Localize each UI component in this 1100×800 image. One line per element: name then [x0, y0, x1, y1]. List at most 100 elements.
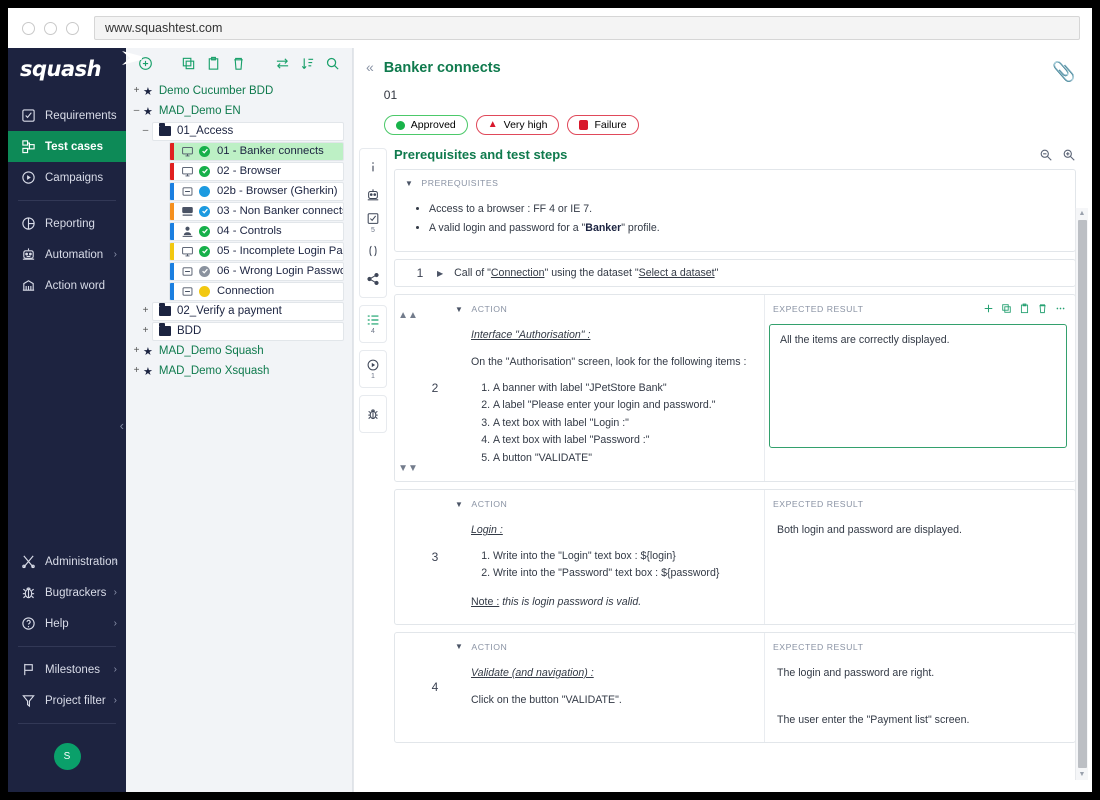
sidebar-item-reporting[interactable]: Reporting: [8, 208, 126, 239]
url-bar[interactable]: www.squashtest.com: [94, 16, 1080, 40]
window-maximize-dot[interactable]: [66, 21, 79, 35]
sidebar-item-administration[interactable]: Administration ›: [8, 546, 126, 577]
sidebar-item-campaigns[interactable]: Campaigns: [8, 162, 126, 193]
information-icon[interactable]: [361, 153, 385, 181]
badge-label: Approved: [410, 119, 456, 131]
search-icon[interactable]: [325, 56, 340, 71]
scroll-up-arrow-icon[interactable]: ▲: [1079, 208, 1086, 219]
tree-expander[interactable]: +: [139, 306, 152, 316]
status-badge[interactable]: Approved: [383, 115, 468, 135]
share-icon[interactable]: [361, 265, 385, 293]
requirement-coverage-icon[interactable]: 5: [361, 209, 385, 237]
tree-test-case-row[interactable]: Connection: [126, 281, 352, 301]
window-minimize-dot[interactable]: [44, 21, 57, 35]
chevron-right-icon: ›: [113, 695, 117, 706]
move-step-down-icon[interactable]: ▼▼: [398, 464, 418, 474]
vertical-scrollbar[interactable]: ▲ ▼: [1075, 208, 1088, 780]
avatar[interactable]: S: [53, 743, 81, 770]
tree-expander[interactable]: +: [130, 366, 143, 376]
tree-folder-row[interactable]: – 01_Access: [126, 121, 352, 141]
nav-divider: [18, 200, 116, 201]
tree-test-case-row[interactable]: 03 - Non Banker connects: [126, 201, 352, 221]
step-action-toolbar: [983, 303, 1066, 314]
tree-expander[interactable]: +: [130, 86, 143, 96]
test-step-row[interactable]: 3 ▼ ACTION Login : Write into the "Login" te…: [394, 489, 1076, 625]
dataset-link[interactable]: Select a dataset: [639, 267, 715, 279]
sort-icon[interactable]: [300, 56, 315, 71]
delete-step-icon[interactable]: [1037, 303, 1048, 314]
tree-test-case-row[interactable]: 02b - Browser (Gherkin): [126, 181, 352, 201]
called-test-case-link[interactable]: Connection: [491, 267, 545, 279]
sidebar-item-bugtrackers[interactable]: Bugtrackers ›: [8, 577, 126, 608]
sidebar-item-milestones[interactable]: Milestones ›: [8, 654, 126, 685]
executions-icon[interactable]: 1: [361, 355, 385, 383]
tree-project-row[interactable]: + ★ MAD_Demo Squash: [126, 341, 352, 361]
move-icon[interactable]: [275, 56, 290, 71]
test-step-row[interactable]: ▲▲ ▼▼ 2 ▼ ACTION Interface "Authorisation" : O…: [394, 294, 1076, 483]
zoom-in-icon[interactable]: [1062, 148, 1076, 162]
called-test-case-row[interactable]: 1 ▶ Call of "Connection" using the datas…: [394, 259, 1076, 288]
status-badge[interactable]: ▲ Very high: [475, 115, 560, 135]
test-steps-icon[interactable]: 4: [361, 310, 385, 338]
tree-test-case-row[interactable]: 01 - Banker connects: [126, 141, 352, 161]
status-badge[interactable]: Failure: [567, 115, 639, 135]
tree-project-row[interactable]: + ★ Demo Cucumber BDD: [126, 81, 352, 101]
step-reorder-controls: [395, 633, 421, 742]
tree-test-case-row[interactable]: 05 - Incomplete Login Pass...: [126, 241, 352, 261]
tree-folder-row[interactable]: +02_Verify a payment: [126, 301, 352, 321]
tree-expander[interactable]: +: [130, 346, 143, 356]
tree-toolbar: [126, 48, 352, 78]
call-middle: using the dataset: [548, 267, 635, 280]
test-case-color-bar: [170, 162, 174, 180]
gherkin-icon: [181, 285, 194, 298]
action-note: Note : this is login password is valid.: [471, 595, 642, 608]
tree-expander[interactable]: +: [139, 326, 152, 336]
zoom-out-icon[interactable]: [1039, 148, 1053, 162]
scroll-down-arrow-icon[interactable]: ▼: [1079, 769, 1086, 780]
expand-caret-icon[interactable]: ▶: [437, 269, 443, 278]
sidebar-item-project-filter[interactable]: Project filter ›: [8, 685, 126, 716]
tree-folder-row[interactable]: + BDD: [126, 321, 352, 341]
sidebar-item-automation[interactable]: Automation ›: [8, 239, 126, 270]
sidebar-item-help[interactable]: Help ›: [8, 608, 126, 639]
collapse-caret-icon[interactable]: ▼: [455, 500, 463, 509]
collapse-caret-icon[interactable]: ▼: [405, 179, 413, 188]
delete-icon[interactable]: [231, 56, 246, 71]
copy-step-icon[interactable]: [1001, 303, 1012, 314]
scrollbar-thumb[interactable]: [1077, 220, 1087, 768]
issues-bug-icon[interactable]: [361, 400, 385, 428]
sidebar-item-test-cases[interactable]: Test cases: [8, 131, 126, 162]
sidebar-collapse-toggle[interactable]: ‹: [120, 418, 124, 433]
tree-expander[interactable]: –: [139, 126, 152, 136]
action-body[interactable]: Interface "Authorisation" : On the "Autho…: [449, 314, 764, 481]
help-icon: [21, 616, 36, 631]
test-step-row[interactable]: 4 ▼ ACTION Validate (and navigation) : Click…: [394, 631, 1076, 743]
move-step-up-icon[interactable]: ▲▲: [398, 311, 418, 321]
tree-test-case-row[interactable]: 02 - Browser: [126, 161, 352, 181]
automation-robot-icon[interactable]: [361, 181, 385, 209]
parameters-icon[interactable]: [361, 237, 385, 265]
expected-result-editor[interactable]: All the items are correctly displayed.: [769, 324, 1067, 449]
sidebar-item-action-word[interactable]: Action word: [8, 270, 126, 301]
tree-project-row[interactable]: + ★ MAD_Demo Xsquash: [126, 361, 352, 381]
squash-logo[interactable]: squash: [8, 48, 142, 90]
more-options-icon[interactable]: [1055, 303, 1066, 314]
tree-project-row[interactable]: – ★ MAD_Demo EN: [126, 101, 352, 121]
collapse-caret-icon[interactable]: ▼: [455, 305, 463, 314]
tree-test-case-row[interactable]: 04 - Controls: [126, 221, 352, 241]
action-body[interactable]: Validate (and navigation) : Click on the …: [449, 652, 764, 723]
screen-icon: [181, 145, 194, 158]
panel-collapse-toggle[interactable]: «: [366, 59, 374, 135]
copy-icon[interactable]: [181, 56, 196, 71]
paperclip-icon[interactable]: 📎: [1052, 60, 1076, 135]
action-body[interactable]: Login : Write into the "Login" text box :…: [449, 509, 764, 624]
paste-step-icon[interactable]: [1019, 303, 1030, 314]
tree-test-case-row[interactable]: 06 - Wrong Login Password: [126, 261, 352, 281]
paste-icon[interactable]: [206, 56, 221, 71]
sidebar-item-requirements[interactable]: Requirements: [8, 100, 126, 131]
page-title: Banker connects: [383, 60, 501, 76]
tree-expander[interactable]: –: [130, 106, 143, 116]
add-step-icon[interactable]: [983, 303, 994, 314]
window-close-dot[interactable]: [22, 21, 35, 35]
collapse-caret-icon[interactable]: ▼: [455, 642, 463, 651]
